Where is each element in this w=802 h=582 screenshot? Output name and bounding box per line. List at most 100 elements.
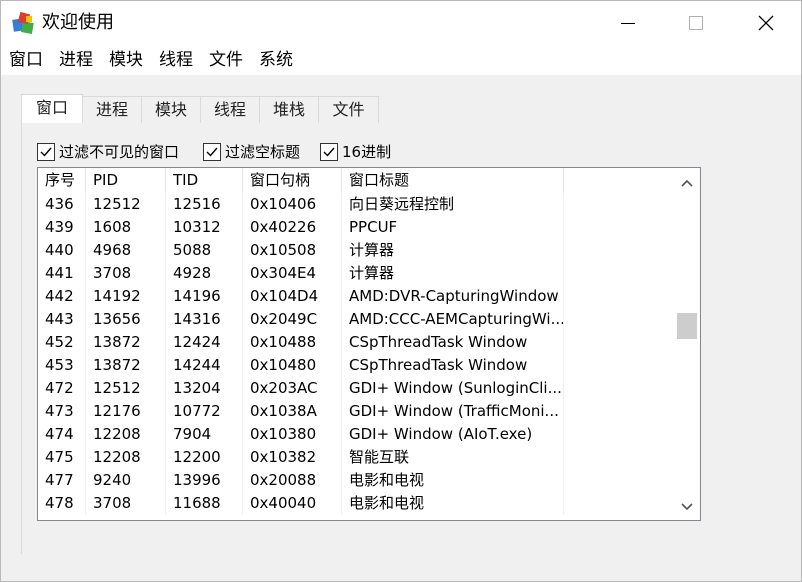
- list-header: 序号 PID TID 窗口句柄 窗口标题: [38, 168, 674, 193]
- table-row[interactable]: 436 12512 12516 0x10406 向日葵远程控制: [38, 193, 674, 216]
- table-row[interactable]: 472 12512 13204 0x203AC GDI+ Window (Sunlogi…: [38, 377, 674, 400]
- cell-index: 477: [38, 469, 86, 492]
- chevron-down-icon: [681, 503, 693, 511]
- menu-window[interactable]: 窗口: [9, 49, 43, 71]
- table-row[interactable]: 477 9240 13996 0x20088 电影和电视: [38, 469, 674, 492]
- tab-stack[interactable]: 堆栈: [259, 96, 319, 123]
- scroll-up-button[interactable]: [674, 170, 700, 196]
- cell-tid: 14196: [166, 285, 243, 308]
- column-header-handle[interactable]: 窗口句柄: [243, 168, 342, 193]
- cell-pid: 1608: [86, 216, 166, 239]
- filter-invisible-checkbox[interactable]: 过滤不可见的窗口: [37, 142, 179, 162]
- scroll-down-button[interactable]: [674, 494, 700, 520]
- tab-window[interactable]: 窗口: [21, 94, 83, 123]
- cell-handle: 0x10480: [243, 354, 342, 377]
- table-row[interactable]: 439 1608 10312 0x40226 PPCUF: [38, 216, 674, 239]
- cell-handle: 0x10488: [243, 331, 342, 354]
- checkmark-icon: [40, 147, 52, 157]
- cell-index: 439: [38, 216, 86, 239]
- cell-index: 478: [38, 492, 86, 515]
- vertical-scrollbar[interactable]: [674, 168, 700, 520]
- tab-file[interactable]: 文件: [318, 96, 379, 123]
- cell-index: 442: [38, 285, 86, 308]
- cell-handle: 0x2049C: [243, 308, 342, 331]
- cell-pid: 13656: [86, 308, 166, 331]
- cell-tid: 7904: [166, 423, 243, 446]
- main-window: 欢迎使用 窗口 进程 模块 线程 文件 系统 窗口 进程 模块 线程 堆栈 文件…: [0, 0, 802, 582]
- cell-handle: 0x20088: [243, 469, 342, 492]
- maximize-button[interactable]: [673, 1, 719, 45]
- cell-title: 智能互联: [342, 446, 564, 469]
- chevron-up-icon: [681, 179, 693, 187]
- cell-tid: 12424: [166, 331, 243, 354]
- table-row[interactable]: 478 3708 11688 0x40040 电影和电视: [38, 492, 674, 515]
- column-header-title[interactable]: 窗口标题: [342, 168, 564, 193]
- cell-pid: 12208: [86, 446, 166, 469]
- tab-module[interactable]: 模块: [141, 96, 201, 123]
- scroll-thumb[interactable]: [677, 313, 697, 339]
- column-header-index[interactable]: 序号: [38, 168, 86, 193]
- cell-handle: 0x104D4: [243, 285, 342, 308]
- cell-title: GDI+ Window (AIoT.exe): [342, 423, 564, 446]
- cell-index: 443: [38, 308, 86, 331]
- column-header-tid[interactable]: TID: [166, 168, 243, 193]
- cell-pid: 3708: [86, 262, 166, 285]
- cell-tid: 14316: [166, 308, 243, 331]
- cell-index: 475: [38, 446, 86, 469]
- filter-empty-title-checkbox[interactable]: 过滤空标题: [203, 142, 300, 162]
- menu-process[interactable]: 进程: [59, 49, 93, 71]
- table-row[interactable]: 453 13872 14244 0x10480 CSpThreadTask Window: [38, 354, 674, 377]
- checkbox-box[interactable]: [203, 143, 221, 161]
- cell-pid: 9240: [86, 469, 166, 492]
- table-row[interactable]: 443 13656 14316 0x2049C AMD:CCC-AEMCapturing…: [38, 308, 674, 331]
- hex-label: 16进制: [342, 143, 392, 161]
- cell-title: CSpThreadTask Window: [342, 331, 564, 354]
- filter-empty-title-label: 过滤空标题: [225, 143, 301, 161]
- close-icon: [758, 15, 774, 31]
- checkbox-box[interactable]: [320, 143, 338, 161]
- checkmark-icon: [323, 147, 335, 157]
- table-row[interactable]: 442 14192 14196 0x104D4 AMD:DVR-CapturingWin…: [38, 285, 674, 308]
- close-button[interactable]: [743, 1, 789, 45]
- cell-pid: 12512: [86, 193, 166, 216]
- column-header-pid[interactable]: PID: [86, 168, 166, 193]
- title-bar[interactable]: 欢迎使用: [1, 1, 801, 45]
- minimize-button[interactable]: [605, 1, 651, 45]
- window-list[interactable]: 序号 PID TID 窗口句柄 窗口标题 436 12512 12516 0x1040…: [37, 167, 701, 521]
- cell-tid: 14244: [166, 354, 243, 377]
- menu-module[interactable]: 模块: [109, 49, 143, 71]
- menu-system[interactable]: 系统: [259, 49, 293, 71]
- table-row[interactable]: 475 12208 12200 0x10382 智能互联: [38, 446, 674, 469]
- cell-pid: 3708: [86, 492, 166, 515]
- cell-title: GDI+ Window (TrafficMoni...: [342, 400, 564, 423]
- table-row[interactable]: 473 12176 10772 0x1038A GDI+ Window (Traffic…: [38, 400, 674, 423]
- tab-process[interactable]: 进程: [82, 96, 142, 123]
- hex-checkbox[interactable]: 16进制: [320, 142, 391, 162]
- cell-index: 473: [38, 400, 86, 423]
- menu-thread[interactable]: 线程: [159, 49, 193, 71]
- minimize-icon: [621, 23, 635, 24]
- table-row[interactable]: 452 13872 12424 0x10488 CSpThreadTask Window: [38, 331, 674, 354]
- cell-index: 472: [38, 377, 86, 400]
- checkbox-box[interactable]: [37, 143, 55, 161]
- cell-handle: 0x203AC: [243, 377, 342, 400]
- cell-handle: 0x10380: [243, 423, 342, 446]
- cell-title: AMD:CCC-AEMCapturingWi...: [342, 308, 564, 331]
- cell-index: 474: [38, 423, 86, 446]
- filter-invisible-label: 过滤不可见的窗口: [59, 143, 180, 161]
- cell-index: 436: [38, 193, 86, 216]
- cell-pid: 12176: [86, 400, 166, 423]
- tab-thread[interactable]: 线程: [200, 96, 260, 123]
- menu-bar: 窗口 进程 模块 线程 文件 系统: [1, 45, 801, 75]
- table-row[interactable]: 440 4968 5088 0x10508 计算器: [38, 239, 674, 262]
- cell-handle: 0x10382: [243, 446, 342, 469]
- table-row[interactable]: 441 3708 4928 0x304E4 计算器: [38, 262, 674, 285]
- cell-tid: 13204: [166, 377, 243, 400]
- cell-tid: 12516: [166, 193, 243, 216]
- table-row[interactable]: 474 12208 7904 0x10380 GDI+ Window (AIoT.exe…: [38, 423, 674, 446]
- cell-tid: 13996: [166, 469, 243, 492]
- cell-title: PPCUF: [342, 216, 564, 239]
- menu-file[interactable]: 文件: [209, 49, 243, 71]
- cell-tid: 11688: [166, 492, 243, 515]
- cell-pid: 12512: [86, 377, 166, 400]
